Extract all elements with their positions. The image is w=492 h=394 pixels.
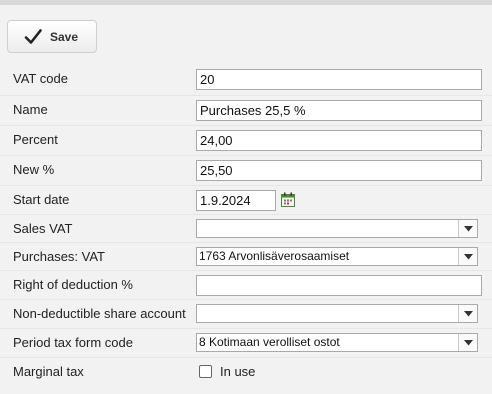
percent-input[interactable] (196, 130, 482, 151)
row-period-tax-form-code: Period tax form code 8 Kotimaan verollis… (0, 328, 492, 356)
row-start-date: Start date (0, 185, 492, 213)
row-sales-vat: Sales VAT (0, 214, 492, 242)
save-button[interactable]: Save (7, 20, 97, 53)
new-percent-input[interactable] (196, 160, 482, 181)
purchases-vat-label: Purchases: VAT (13, 249, 105, 264)
row-new-percent: New % (0, 155, 492, 183)
row-percent: Percent (0, 125, 492, 153)
period-tax-form-code-value: 8 Kotimaan verolliset ostot (199, 335, 340, 349)
purchases-vat-select[interactable]: 1763 Arvonlisäverosaamiset (196, 247, 478, 266)
start-date-label: Start date (13, 192, 70, 207)
non-deductible-account-label: Non-deductible share account (13, 306, 186, 321)
start-date-input[interactable] (196, 190, 276, 211)
non-deductible-account-select[interactable] (196, 304, 478, 323)
right-of-deduction-label: Right of deduction % (13, 277, 133, 292)
row-non-deductible-account: Non-deductible share account (0, 299, 492, 327)
chevron-down-icon[interactable] (458, 334, 477, 351)
period-tax-form-code-select[interactable]: 8 Kotimaan verolliset ostot (196, 333, 478, 352)
row-purchases-vat: Purchases: VAT 1763 Arvonlisäverosaamise… (0, 242, 492, 270)
percent-label: Percent (13, 132, 58, 147)
marginal-tax-label: Marginal tax (13, 364, 84, 379)
top-bar (0, 0, 492, 5)
sales-vat-label: Sales VAT (13, 221, 73, 236)
right-of-deduction-input[interactable] (196, 275, 482, 296)
row-vat-code: VAT code (0, 65, 492, 93)
chevron-down-icon[interactable] (458, 248, 477, 265)
checkmark-icon (24, 28, 42, 46)
vat-code-label: VAT code (13, 71, 68, 86)
row-name: Name (0, 95, 492, 123)
marginal-tax-checkbox-label[interactable]: In use (220, 364, 255, 379)
name-input[interactable] (196, 100, 482, 121)
vat-code-input[interactable] (196, 69, 482, 90)
name-label: Name (13, 102, 48, 117)
sales-vat-select[interactable] (196, 219, 478, 238)
row-marginal-tax: Marginal tax In use (0, 357, 492, 385)
save-button-label: Save (50, 29, 79, 44)
new-percent-label: New % (13, 162, 55, 177)
period-tax-form-code-label: Period tax form code (13, 335, 133, 350)
chevron-down-icon[interactable] (458, 220, 477, 237)
calendar-icon[interactable] (279, 191, 297, 209)
chevron-down-icon[interactable] (458, 305, 477, 322)
purchases-vat-value: 1763 Arvonlisäverosaamiset (199, 249, 350, 263)
row-right-of-deduction: Right of deduction % (0, 270, 492, 298)
marginal-tax-checkbox[interactable] (199, 365, 212, 378)
